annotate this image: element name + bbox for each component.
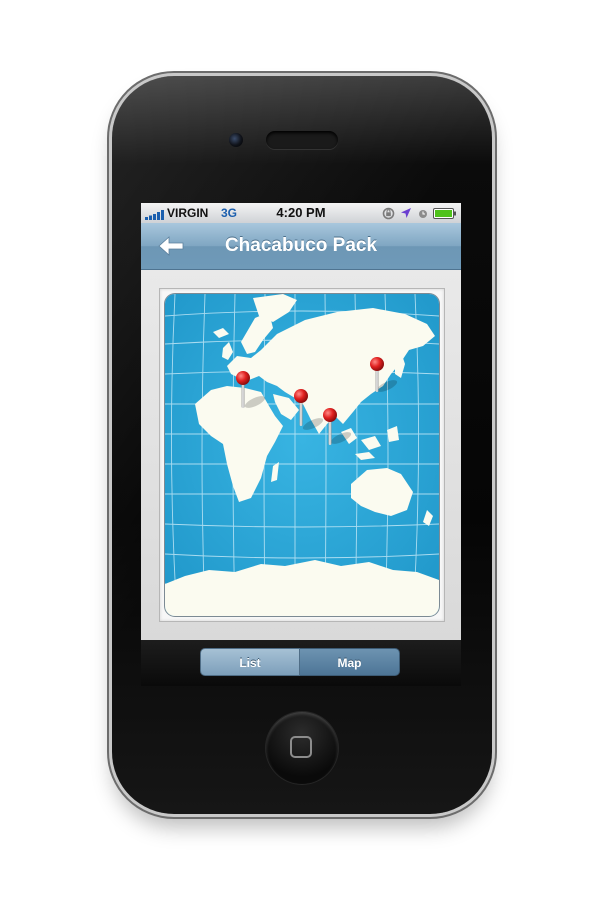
segment-map-button[interactable]: Map	[300, 648, 400, 676]
home-square-icon	[290, 736, 312, 758]
world-map[interactable]	[165, 294, 439, 616]
screen: VIRGIN 3G 4:20 PM Chacabuco Pack List Ma…	[141, 203, 461, 686]
content-area	[141, 270, 461, 640]
alarm-icon	[418, 208, 428, 222]
front-camera	[229, 133, 243, 147]
battery-icon	[433, 208, 457, 222]
map-frame	[159, 288, 445, 622]
clock: 4:20 PM	[276, 205, 326, 220]
status-bar: VIRGIN 3G 4:20 PM	[141, 203, 461, 223]
home-button[interactable]	[266, 712, 338, 784]
location-arrow-icon	[400, 207, 412, 222]
earpiece-speaker	[266, 131, 338, 149]
navigation-bar: Chacabuco Pack	[141, 223, 461, 270]
bottom-toolbar: List Map	[141, 640, 461, 686]
page-title: Chacabuco Pack	[224, 235, 378, 256]
rotation-lock-icon	[382, 207, 395, 223]
segment-list-button[interactable]: List	[200, 648, 300, 676]
